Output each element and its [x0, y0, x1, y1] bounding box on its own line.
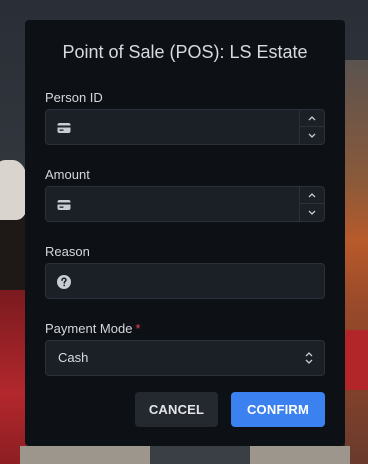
background-building	[345, 60, 368, 464]
background-person-cap	[0, 160, 28, 220]
chevron-up-icon	[308, 192, 316, 197]
payment-mode-select[interactable]: Cash	[45, 340, 325, 376]
person-id-stepper	[299, 110, 324, 144]
chevron-up-icon	[308, 115, 316, 120]
required-marker: *	[135, 321, 141, 336]
amount-input[interactable]	[45, 186, 325, 222]
chevron-up-down-icon	[305, 352, 313, 364]
background-floor-shadow	[150, 446, 250, 464]
id-card-icon	[57, 123, 71, 133]
payment-mode-selected-value: Cash	[58, 350, 89, 365]
reason-input[interactable]	[45, 263, 325, 299]
chevron-down-icon	[308, 210, 316, 215]
confirm-button[interactable]: CONFIRM	[231, 392, 325, 427]
chevron-down-icon	[308, 133, 316, 138]
amount-label: Amount	[45, 167, 90, 182]
stepper-up-button[interactable]	[300, 187, 324, 204]
reason-label: Reason	[45, 244, 90, 259]
stepper-down-button[interactable]	[300, 204, 324, 221]
person-id-input[interactable]	[45, 109, 325, 145]
payment-mode-label-text: Payment Mode	[45, 321, 133, 336]
question-circle-icon	[57, 275, 71, 289]
dialog-title: Point of Sale (POS): LS Estate	[62, 42, 308, 62]
payment-mode-label: Payment Mode *	[45, 321, 141, 336]
amount-stepper	[299, 187, 324, 221]
pos-dialog: Point of Sale (POS): LS Estate Person ID…	[25, 20, 345, 446]
person-id-label: Person ID	[45, 90, 103, 105]
stepper-down-button[interactable]	[300, 127, 324, 144]
stepper-up-button[interactable]	[300, 110, 324, 127]
background-red-object	[345, 330, 368, 390]
id-card-icon	[57, 200, 71, 210]
cancel-button[interactable]: CANCEL	[135, 392, 218, 427]
